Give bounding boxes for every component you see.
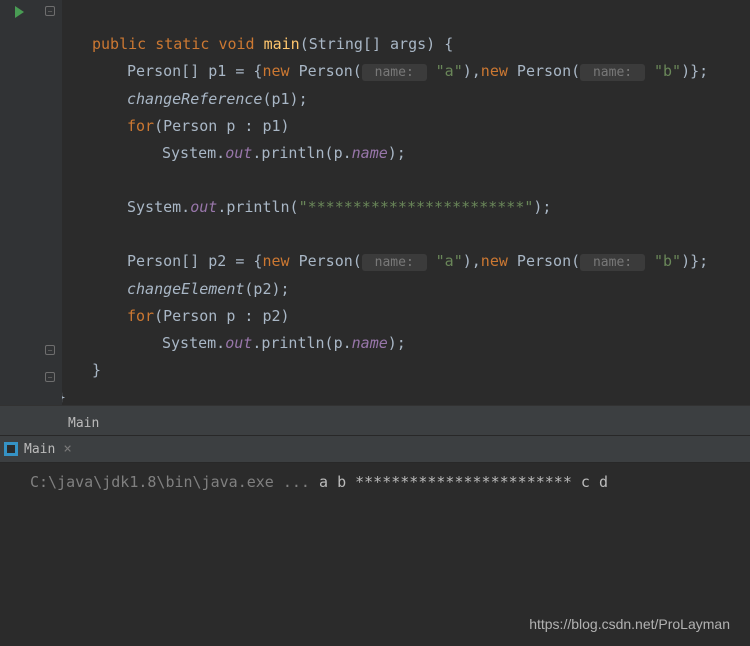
keyword: new (262, 62, 289, 80)
code-text: (Person p : p1) (154, 117, 289, 135)
console-line: b (337, 473, 346, 491)
field-ref: out (190, 198, 217, 216)
code-text: Person[] p2 = { (127, 252, 262, 270)
keyword: for (127, 117, 154, 135)
string-literal: "a" (436, 62, 463, 80)
code-text: Person( (508, 62, 580, 80)
close-icon[interactable]: × (63, 441, 71, 457)
code-text: Person( (290, 252, 362, 270)
bottom-panel: Main Main × C:\java\jdk1.8\bin\java.exe … (0, 405, 750, 496)
code-text: (p2); (244, 280, 289, 298)
method-name: main (264, 35, 300, 53)
string-literal: "a" (436, 252, 463, 270)
code-text: System. (162, 144, 225, 162)
param-hint: name: (362, 64, 427, 81)
console-command: C:\java\jdk1.8\bin\java.exe ... (30, 473, 310, 491)
code-text: ), (463, 252, 481, 270)
run-tab-bar: Main × (0, 435, 750, 463)
code-text: ); (388, 334, 406, 352)
keyword: new (262, 252, 289, 270)
fold-icon[interactable] (45, 345, 55, 355)
string-literal: "b" (654, 252, 681, 270)
code-text: )}; (681, 252, 708, 270)
run-gutter-icon[interactable] (15, 6, 24, 18)
keyword: public (92, 35, 146, 53)
console-line: ************************ (355, 473, 572, 491)
editor-area: public static void main(String[] args) {… (0, 0, 750, 405)
brace-close: } (92, 361, 101, 379)
watermark: https://blog.csdn.net/ProLayman (529, 616, 730, 632)
fold-icon[interactable] (45, 6, 55, 16)
code-text: .println(p. (252, 144, 351, 162)
code-text: Person( (290, 62, 362, 80)
run-tab-name[interactable]: Main (24, 442, 55, 457)
field-ref: name (352, 334, 388, 352)
run-config-bar: Main (0, 405, 750, 435)
field-ref: out (225, 144, 252, 162)
code-text: Person[] p1 = { (127, 62, 262, 80)
fold-icon[interactable] (45, 372, 55, 382)
string-literal: "b" (654, 62, 681, 80)
console-line: a (319, 473, 328, 491)
param-hint: name: (362, 254, 427, 271)
keyword: new (481, 62, 508, 80)
code-text: )}; (681, 62, 708, 80)
run-tab-icon (4, 442, 18, 456)
param-hint: name: (580, 64, 645, 81)
code-text: ); (388, 144, 406, 162)
console-output[interactable]: C:\java\jdk1.8\bin\java.exe ... a b ****… (0, 463, 750, 496)
code-text: System. (127, 198, 190, 216)
code-text: ); (533, 198, 551, 216)
code-content[interactable]: public static void main(String[] args) {… (62, 0, 708, 405)
method-call: changeElement (127, 280, 244, 298)
code-text: Person( (508, 252, 580, 270)
field-ref: out (225, 334, 252, 352)
code-text: (String[] args) { (300, 35, 454, 53)
string-literal: "************************" (299, 198, 534, 216)
param-hint: name: (580, 254, 645, 271)
code-text: .println(p. (252, 334, 351, 352)
code-text: (p1); (262, 90, 307, 108)
field-ref: name (352, 144, 388, 162)
code-text: (Person p : p2) (154, 307, 289, 325)
keyword: new (481, 252, 508, 270)
code-text: ), (463, 62, 481, 80)
method-call: changeReference (127, 90, 262, 108)
keyword: void (218, 35, 254, 53)
keyword: for (127, 307, 154, 325)
code-text: System. (162, 334, 225, 352)
gutter (0, 0, 62, 405)
run-config-name[interactable]: Main (58, 412, 109, 435)
keyword: static (155, 35, 209, 53)
console-line: d (599, 473, 608, 491)
code-text: .println( (217, 198, 298, 216)
console-line: c (581, 473, 590, 491)
